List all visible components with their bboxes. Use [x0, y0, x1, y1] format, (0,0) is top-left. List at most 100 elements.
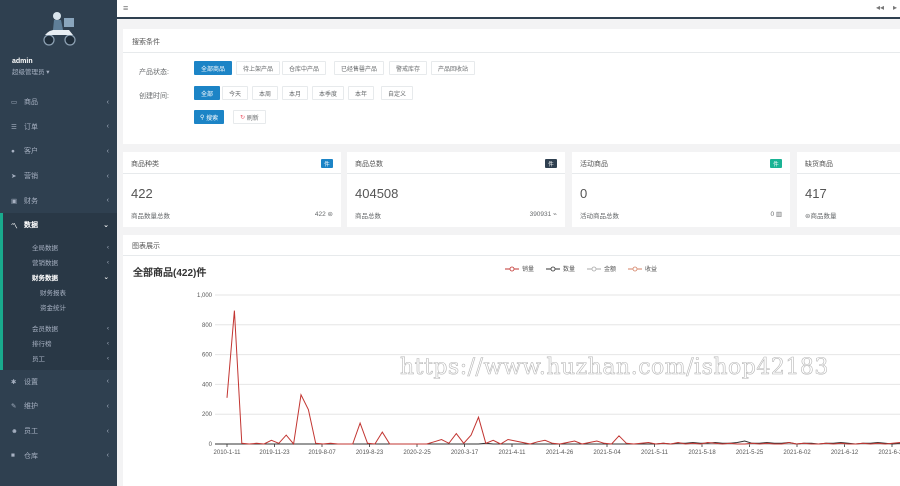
monitor-icon: ▭ [11, 99, 18, 107]
sidebar-item-marketing[interactable]: ➤ 营销 ‹ [0, 164, 117, 189]
chevron-left-icon: ‹ [106, 339, 109, 347]
status-option-pending[interactable]: 待上架产品 [236, 61, 281, 75]
logo [0, 0, 117, 56]
divider [347, 173, 565, 174]
sidebar-menu: ▭ 商品 ‹ ☰ 订单 ‹ ● 客户 ‹ ➤ 营销 ‹ ▣ 财务 ‹ 〽数据 ⌄ 全局数据 ‹ 营销数据… [0, 90, 117, 468]
sidebar-item-orders[interactable]: ☰ 订单 ‹ [0, 115, 117, 140]
date-option-year[interactable]: 本年 [348, 86, 375, 100]
y-tick-label: 800 [202, 323, 213, 329]
date-option-month[interactable]: 本月 [282, 86, 309, 100]
chevron-left-icon: ‹ [106, 378, 109, 386]
stat-card-active-goods: 活动商品 件 0 活动商品总数 0 ▥ [572, 152, 790, 227]
y-tick-label: 0 [209, 442, 213, 448]
sidebar-item-label: 员工 [24, 428, 38, 436]
card-note: 商品总数 [355, 213, 381, 220]
card-title: 缺货商品 [805, 161, 833, 168]
chevron-left-icon: ‹ [106, 427, 109, 435]
chevron-left-icon: ‹ [106, 354, 109, 362]
sidebar-subitem-marketing[interactable]: 营销数据 ‹ [3, 255, 117, 270]
sidebar-item-settings[interactable]: ✱ 设置 ‹ [0, 370, 117, 395]
wrench-icon: ✎ [11, 403, 17, 411]
card-title: 活动商品 [580, 161, 608, 168]
sidebar-item-label: 设置 [24, 378, 38, 386]
divider [123, 173, 341, 174]
date-option-today[interactable]: 今天 [222, 86, 249, 100]
divider [572, 173, 790, 174]
sidebar: admin 超级管理员 ▾ ▭ 商品 ‹ ☰ 订单 ‹ ● 客户 ‹ ➤ 营销 ‹ ▣ 财务 ‹ 〽… [0, 0, 117, 486]
sidebar-subsubitem-report[interactable]: 财务报表 [3, 285, 117, 300]
card-badge: 件 [545, 159, 557, 168]
sidebar-subitem-staff[interactable]: 员工 ‹ [3, 351, 117, 366]
sidebar-subitem-ranking[interactable]: 排行榜 ‹ [3, 336, 117, 351]
search-button[interactable]: ⚲ 搜索 [194, 110, 225, 124]
sidebar-item-customers[interactable]: ● 客户 ‹ [0, 139, 117, 164]
x-tick-label: 2020-3-17 [451, 450, 479, 456]
store-icon: ■ [11, 452, 15, 460]
x-tick-label: 2021-6-02 [783, 450, 811, 456]
card-right-value: 390931 ⌁ [529, 211, 557, 218]
chevron-left-icon: ‹ [106, 197, 109, 205]
gear-icon: ✱ [11, 378, 17, 386]
x-tick-label: 2021-4-26 [546, 450, 574, 456]
date-option-all[interactable]: 全部 [194, 86, 221, 100]
chevron-left-icon: ‹ [106, 324, 109, 332]
status-option-soldout[interactable]: 已经售罄产品 [334, 61, 385, 75]
sidebar-item-warehouse[interactable]: ■ 仓库 ‹ [0, 443, 117, 468]
user-profile[interactable]: admin 超级管理员 ▾ [0, 56, 117, 78]
stat-card-out-of-stock: 缺货商品 417 ⊜商品数量 [797, 152, 900, 227]
sidebar-item-label: 财务 [24, 197, 38, 205]
search-panel-title: 搜索条件 [132, 39, 160, 46]
date-option-quarter[interactable]: 本季度 [312, 86, 345, 100]
sidebar-item-label: 客户 [24, 148, 38, 156]
card-value: 0 [580, 186, 588, 201]
x-tick-label: 2020-2-25 [403, 450, 431, 456]
menu-toggle-icon[interactable]: ≡ [123, 3, 128, 13]
divider [123, 52, 900, 53]
card-note: ⊜商品数量 [805, 213, 837, 220]
sidebar-item-goods[interactable]: ▭ 商品 ‹ [0, 90, 117, 115]
chevron-left-icon: ‹ [106, 172, 109, 180]
chevron-left-icon: ‹ [106, 402, 109, 410]
stat-card-goods-total: 商品总数 件 404508 商品总数 390931 ⌁ [347, 152, 565, 227]
search-panel: 搜索条件 产品状态: 全部商品 待上架产品 仓库中产品 已经售罄产品 警戒库存 … [123, 29, 900, 144]
sidebar-item-data[interactable]: 〽数据 ⌄ [0, 212, 117, 238]
user-role[interactable]: 超级管理员 ▾ [12, 66, 105, 76]
status-option-alert[interactable]: 警戒库存 [389, 61, 428, 75]
x-tick-label: 2021-6-25 [878, 450, 900, 456]
card-value: 417 [805, 186, 827, 201]
status-label: 产品状态: [139, 69, 169, 76]
x-tick-label: 2021-4-11 [499, 450, 527, 456]
sidebar-subsubitem-funds[interactable]: 资金统计 [3, 300, 117, 315]
tab-scroll-left-icon[interactable]: ◂◂ [876, 3, 884, 12]
chevron-left-icon: ‹ [106, 147, 109, 155]
chevron-left-icon: ‹ [106, 98, 109, 106]
refresh-button[interactable]: ↻ 刷新 [233, 110, 266, 124]
sidebar-subitem-members[interactable]: 会员数据 ‹ [3, 321, 117, 336]
sidebar-item-staff[interactable]: ☻ 员工 ‹ [0, 419, 117, 444]
card-title: 商品总数 [355, 161, 383, 168]
x-tick-label: 2021-5-25 [736, 450, 764, 456]
x-tick-label: 2021-5-11 [641, 450, 669, 456]
y-tick-label: 200 [202, 412, 213, 418]
sidebar-item-label: 订单 [24, 123, 38, 131]
chevron-left-icon: ‹ [106, 243, 109, 251]
date-option-custom[interactable]: 自定义 [381, 86, 414, 100]
sidebar-subitem-global[interactable]: 全局数据 ‹ [3, 240, 117, 255]
status-option-warehouse[interactable]: 仓库中产品 [282, 61, 327, 75]
chevron-down-icon: ⌄ [103, 222, 109, 230]
sidebar-item-finance[interactable]: ▣ 财务 ‹ [0, 188, 117, 213]
card-note: 商品数量总数 [131, 213, 170, 220]
date-option-week[interactable]: 本周 [252, 86, 279, 100]
sidebar-subitem-finance[interactable]: 财务数据 ⌄ [3, 270, 117, 285]
status-option-all[interactable]: 全部商品 [194, 61, 233, 75]
status-option-recycle[interactable]: 产品回收站 [431, 61, 476, 75]
card-title: 商品种类 [131, 161, 159, 168]
x-tick-label: 2021-5-18 [688, 450, 716, 456]
top-bar: ≡ ◂◂ ▸ [117, 0, 900, 19]
card-value: 404508 [355, 186, 399, 201]
sidebar-item-maintain[interactable]: ✎ 维护 ‹ [0, 394, 117, 419]
send-icon: ➤ [11, 173, 17, 181]
tab-scroll-right-icon[interactable]: ▸ [893, 3, 897, 12]
money-icon: ▣ [11, 197, 18, 205]
watermark-text: https://www.huzhan.com/ishop42183 [400, 355, 829, 381]
